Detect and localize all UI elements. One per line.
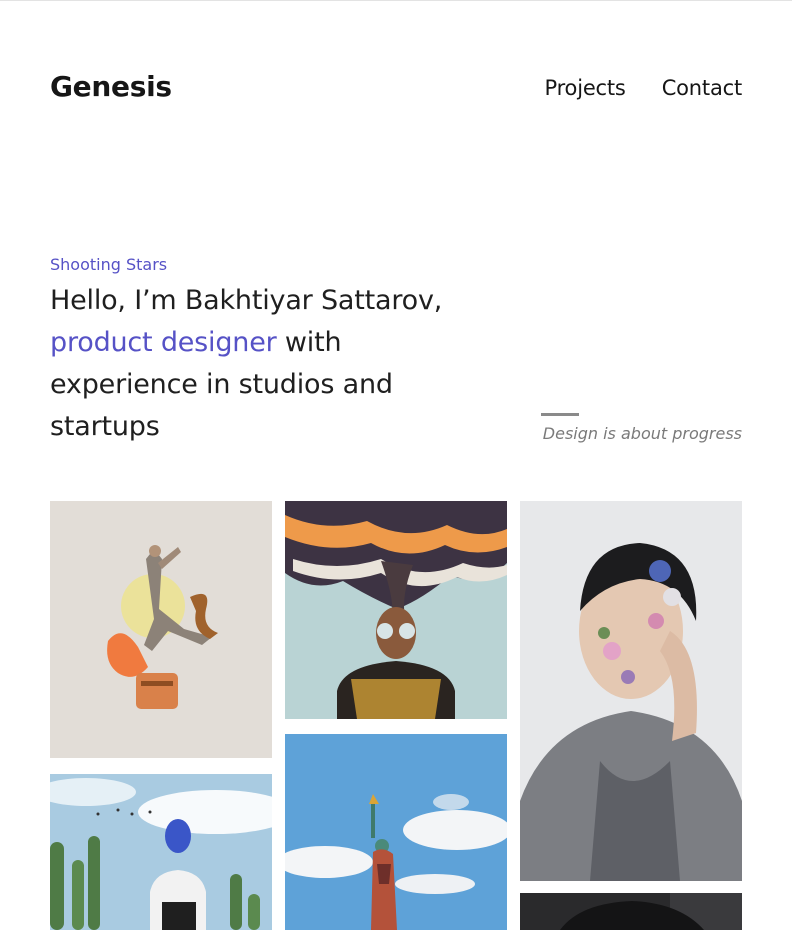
hero-tagline: Design is about progress xyxy=(542,424,742,443)
cactus-balloon-image[interactable] xyxy=(50,774,272,930)
brand-logo[interactable]: Genesis xyxy=(50,70,172,103)
dancer-collage-image[interactable] xyxy=(50,501,272,758)
smoke-portrait-image[interactable] xyxy=(285,501,507,719)
nav-link-projects[interactable]: Projects xyxy=(544,76,625,100)
flower-face-portrait-image[interactable] xyxy=(520,501,742,881)
dark-portrait-image[interactable] xyxy=(520,893,742,930)
hero-eyebrow: Shooting Stars xyxy=(50,255,168,274)
hero-headline: Hello, I’m Bakhtiyar Sattarov, product d… xyxy=(50,280,450,448)
tagline-divider xyxy=(541,413,579,416)
main-nav: Projects Contact xyxy=(544,76,742,100)
statue-of-liberty-image[interactable] xyxy=(285,734,507,930)
nav-link-contact[interactable]: Contact xyxy=(662,76,743,100)
headline-text: Hello, I’m Bakhtiyar Sattarov, xyxy=(50,285,443,316)
headline-accent: product designer xyxy=(50,327,277,358)
top-border xyxy=(0,0,792,1)
